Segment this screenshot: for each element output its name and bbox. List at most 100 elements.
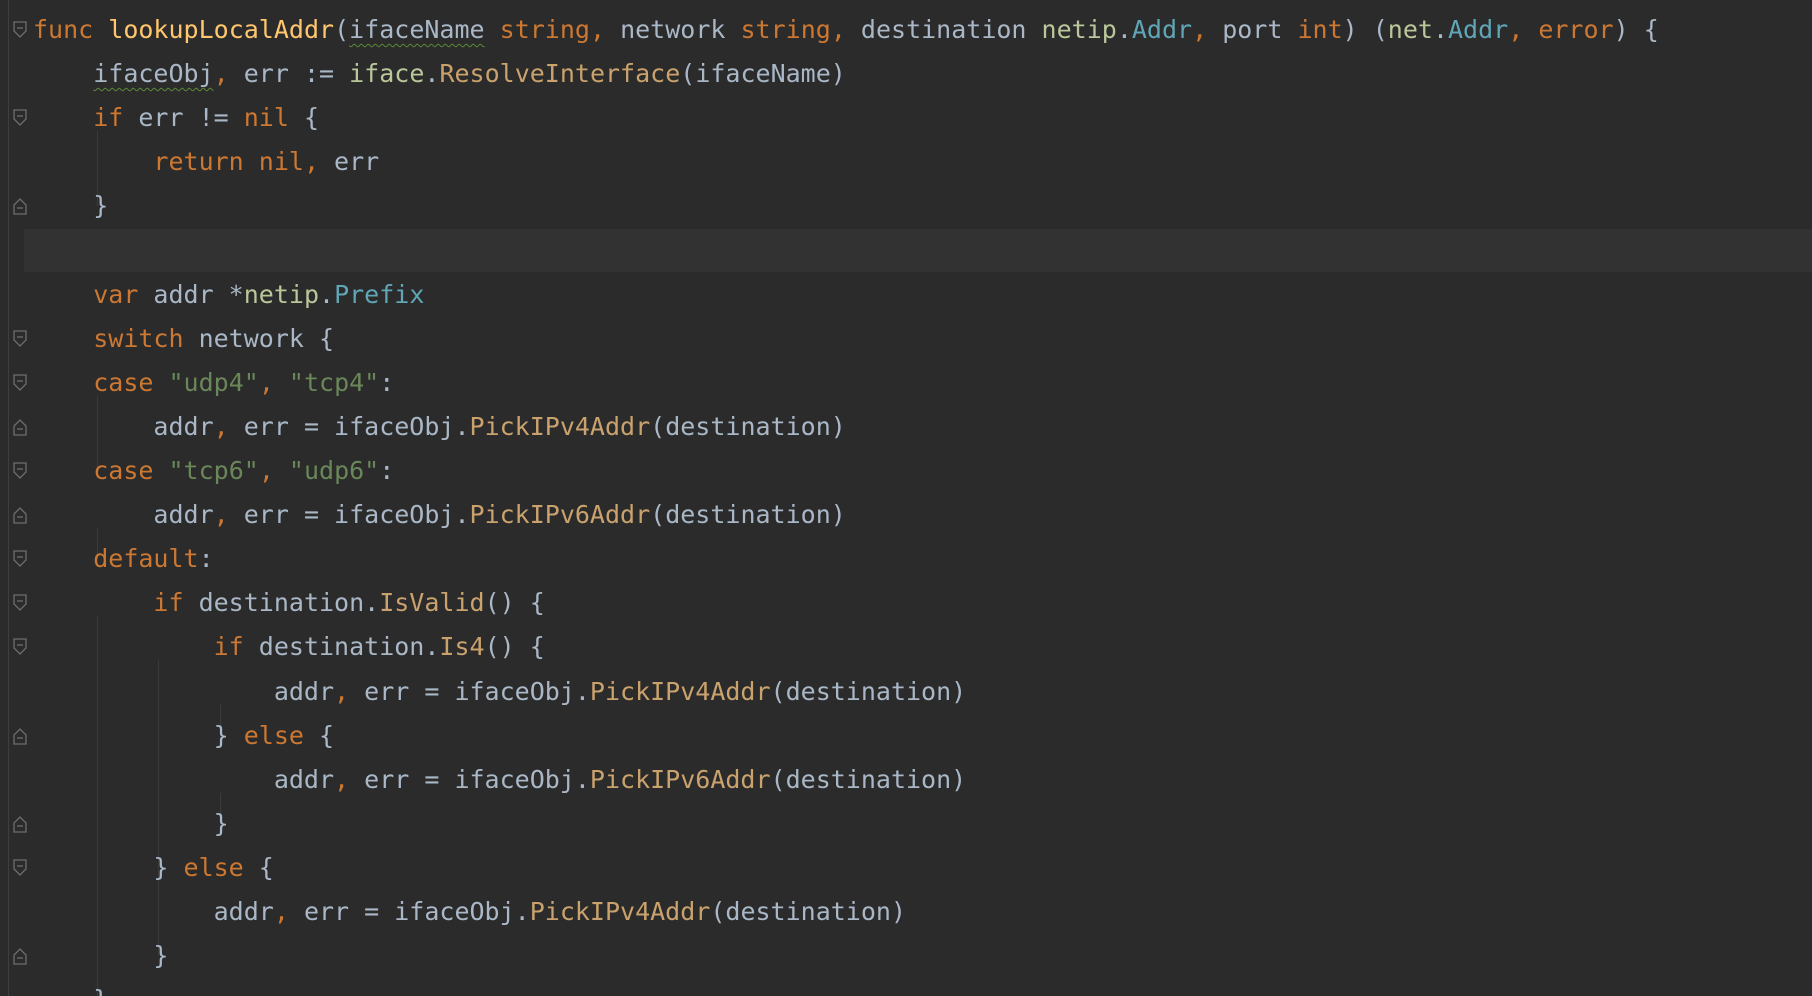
code-line-12[interactable]: addr, err = ifaceObj.PickIPv6Addr(destin… <box>33 493 846 537</box>
code-token: , <box>273 897 304 926</box>
code-line-7[interactable]: var addr *netip.Prefix <box>33 273 424 317</box>
code-token: addr * <box>138 279 244 309</box>
code-token: , <box>213 411 244 441</box>
code-editor[interactable]: func lookupLocalAddr(ifaceName string, n… <box>0 0 1812 996</box>
code-token: , <box>258 456 289 485</box>
code-line-14[interactable]: if destination.IsValid() { <box>33 581 544 625</box>
code-token: if <box>213 632 244 662</box>
current-line-highlight <box>24 229 1812 272</box>
fold-open-icon[interactable] <box>12 330 28 348</box>
code-line-22[interactable]: } <box>33 934 168 978</box>
code-token: } <box>33 852 184 882</box>
code-line-2[interactable]: ifaceObj, err := iface.ResolveInterface(… <box>33 52 846 96</box>
code-line-16[interactable]: addr, err = ifaceObj.PickIPv4Addr(destin… <box>33 670 966 714</box>
code-token: netip <box>243 279 319 309</box>
code-line-15[interactable]: if destination.Is4() { <box>33 625 545 669</box>
code-line-23[interactable]: } <box>33 978 108 996</box>
code-token: destination. <box>243 632 440 662</box>
code-token: (destination) <box>650 500 846 530</box>
fold-close-icon[interactable] <box>12 815 28 833</box>
code-token: "udp4" <box>168 367 259 397</box>
code-token: (destination) <box>770 764 967 794</box>
code-token: ResolveInterface <box>439 59 681 89</box>
code-line-10[interactable]: addr, err = ifaceObj.PickIPv4Addr(destin… <box>33 405 846 449</box>
fold-close-icon[interactable] <box>12 506 28 524</box>
fold-open-icon[interactable] <box>12 550 28 568</box>
code-token: func <box>33 15 94 44</box>
code-token: net <box>1387 15 1433 44</box>
code-token: . <box>1432 15 1448 44</box>
fold-close-icon[interactable] <box>12 727 28 745</box>
code-token: , <box>1508 15 1539 44</box>
code-token: PickIPv4Addr <box>529 897 711 926</box>
code-line-20[interactable]: } else { <box>33 846 274 890</box>
code-token: PickIPv4Addr <box>469 411 651 441</box>
code-token: switch <box>93 323 184 353</box>
code-token: PickIPv6Addr <box>469 500 651 530</box>
fold-open-icon[interactable] <box>12 462 28 480</box>
fold-open-icon[interactable] <box>12 859 28 877</box>
code-token: (destination) <box>710 897 907 926</box>
fold-close-icon[interactable] <box>12 197 28 216</box>
code-token: } <box>33 985 108 996</box>
code-token: PickIPv4Addr <box>589 676 771 706</box>
code-token: destination. <box>183 588 380 618</box>
fold-close-icon[interactable] <box>12 418 28 436</box>
fold-open-icon[interactable] <box>12 594 28 612</box>
code-token: err <box>334 147 380 177</box>
fold-open-icon[interactable] <box>12 374 28 392</box>
code-token: { <box>243 852 274 882</box>
fold-open-icon[interactable] <box>12 21 28 39</box>
code-line-3[interactable]: if err != nil { <box>33 96 319 140</box>
code-token: return nil <box>153 147 304 177</box>
code-token: err := <box>243 59 350 89</box>
code-token: err = ifaceObj. <box>243 500 470 530</box>
code-line-4[interactable]: return nil, err <box>33 140 379 184</box>
code-token: (destination) <box>650 411 846 441</box>
fold-open-icon[interactable] <box>12 638 28 656</box>
code-line-18[interactable]: addr, err = ifaceObj.PickIPv6Addr(destin… <box>33 758 966 802</box>
code-token: lookupLocalAddr <box>108 15 335 44</box>
code-token: addr <box>33 764 335 794</box>
code-token: Addr <box>1448 15 1509 44</box>
code-token: iface <box>349 59 425 89</box>
code-token: addr <box>33 500 214 530</box>
code-token: "udp6" <box>288 456 380 485</box>
fold-close-icon[interactable] <box>12 947 28 965</box>
code-line-19[interactable]: } <box>33 802 229 846</box>
code-token: . <box>1116 15 1132 44</box>
code-token: if <box>93 103 124 133</box>
code-token: err = ifaceObj. <box>303 897 530 926</box>
code-line-9[interactable]: case "udp4", "tcp4": <box>33 361 394 405</box>
code-line-5[interactable]: } <box>33 184 108 228</box>
code-token: addr <box>33 411 214 441</box>
code-line-11[interactable]: case "tcp6", "udp6": <box>33 449 394 493</box>
code-line-17[interactable]: } else { <box>33 714 334 758</box>
code-token: : <box>379 367 395 397</box>
code-line-21[interactable]: addr, err = ifaceObj.PickIPv4Addr(destin… <box>33 890 906 934</box>
code-token: case <box>93 367 154 397</box>
code-token: int <box>1297 15 1343 44</box>
code-token: , <box>830 15 861 44</box>
code-token: error <box>1538 15 1614 44</box>
code-token: err = ifaceObj. <box>364 676 590 706</box>
code-token: ifaceObj <box>93 59 214 89</box>
code-token: { <box>288 103 320 133</box>
code-token: , <box>213 500 244 530</box>
code-token: , <box>334 764 365 794</box>
code-token: string <box>499 15 590 44</box>
code-token: var <box>93 279 139 309</box>
code-token: ) { <box>1613 15 1659 44</box>
code-line-1[interactable]: func lookupLocalAddr(ifaceName string, n… <box>33 8 1659 52</box>
code-line-8[interactable]: switch network { <box>33 317 334 361</box>
gutter-divider <box>8 0 9 996</box>
code-line-13[interactable]: default: <box>33 537 213 581</box>
code-token: } <box>33 720 244 750</box>
fold-open-icon[interactable] <box>12 109 28 127</box>
editor-gutter[interactable] <box>0 0 30 996</box>
code-token: if <box>153 588 184 618</box>
